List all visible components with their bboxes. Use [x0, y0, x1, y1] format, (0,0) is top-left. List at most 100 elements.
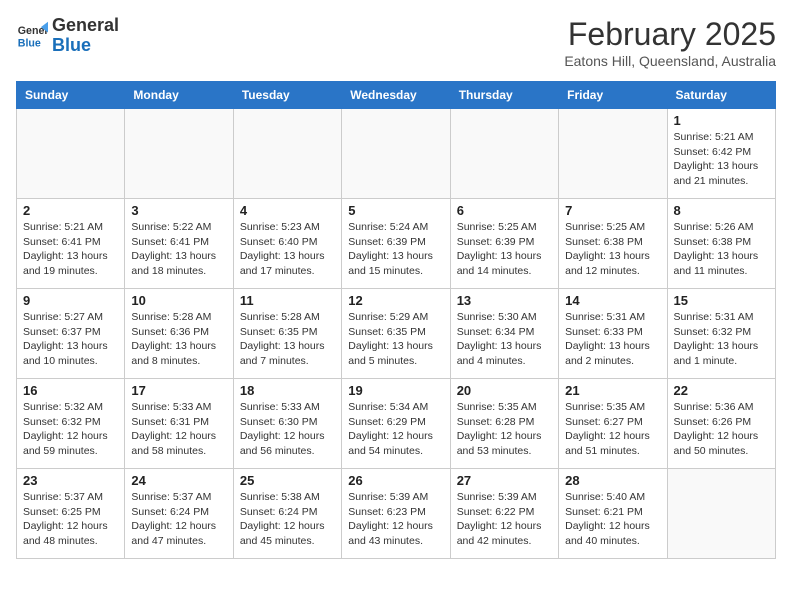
- table-row: 22Sunrise: 5:36 AM Sunset: 6:26 PM Dayli…: [667, 379, 775, 469]
- header-tuesday: Tuesday: [233, 82, 341, 109]
- month-title: February 2025: [564, 16, 776, 53]
- table-row: 23Sunrise: 5:37 AM Sunset: 6:25 PM Dayli…: [17, 469, 125, 559]
- svg-text:Blue: Blue: [18, 37, 41, 49]
- day-info: Sunrise: 5:30 AM Sunset: 6:34 PM Dayligh…: [457, 310, 552, 369]
- day-number: 24: [131, 473, 226, 488]
- calendar-week-row: 1Sunrise: 5:21 AM Sunset: 6:42 PM Daylig…: [17, 109, 776, 199]
- day-info: Sunrise: 5:24 AM Sunset: 6:39 PM Dayligh…: [348, 220, 443, 279]
- table-row: 24 Sunrise: 5:37 AM Sunset: 6:24 PM Dayli…: [125, 469, 233, 559]
- day-number: 19: [348, 383, 443, 398]
- day-info: Sunrise: 5:28 AM Sunset: 6:35 PM Dayligh…: [240, 310, 335, 369]
- day-number: 20: [457, 383, 552, 398]
- table-row: 11Sunrise: 5:28 AM Sunset: 6:35 PM Dayli…: [233, 289, 341, 379]
- day-number: 23: [23, 473, 118, 488]
- day-info: Sunrise: 5:32 AM Sunset: 6:32 PM Dayligh…: [23, 400, 118, 459]
- day-info: Sunrise: 5:33 AM Sunset: 6:31 PM Dayligh…: [131, 400, 226, 459]
- table-row: 3 Sunrise: 5:22 AM Sunset: 6:41 PM Daylig…: [125, 199, 233, 289]
- table-row: 18Sunrise: 5:33 AM Sunset: 6:30 PM Dayli…: [233, 379, 341, 469]
- table-row: [559, 109, 667, 199]
- table-row: [125, 109, 233, 199]
- day-number: 4: [240, 203, 335, 218]
- day-number: 25: [240, 473, 335, 488]
- day-info: Sunrise: 5:26 AM Sunset: 6:38 PM Dayligh…: [674, 220, 769, 279]
- table-row: 17 Sunrise: 5:33 AM Sunset: 6:31 PM Dayli…: [125, 379, 233, 469]
- header-monday: Monday: [125, 82, 233, 109]
- header-thursday: Thursday: [450, 82, 558, 109]
- table-row: 12 Sunrise: 5:29 AM Sunset: 6:35 PM Dayli…: [342, 289, 450, 379]
- day-info: Sunrise: 5:23 AM Sunset: 6:40 PM Dayligh…: [240, 220, 335, 279]
- table-row: 10Sunrise: 5:28 AM Sunset: 6:36 PM Dayli…: [125, 289, 233, 379]
- day-info: Sunrise: 5:28 AM Sunset: 6:36 PM Dayligh…: [131, 310, 226, 369]
- calendar-week-row: 9Sunrise: 5:27 AM Sunset: 6:37 PM Daylig…: [17, 289, 776, 379]
- day-number: 7: [565, 203, 660, 218]
- day-info: Sunrise: 5:39 AM Sunset: 6:22 PM Dayligh…: [457, 490, 552, 549]
- header-sunday: Sunday: [17, 82, 125, 109]
- day-info: Sunrise: 5:36 AM Sunset: 6:26 PM Dayligh…: [674, 400, 769, 459]
- table-row: 5 Sunrise: 5:24 AM Sunset: 6:39 PM Daylig…: [342, 199, 450, 289]
- day-info: Sunrise: 5:25 AM Sunset: 6:38 PM Dayligh…: [565, 220, 660, 279]
- day-info: Sunrise: 5:21 AM Sunset: 6:41 PM Dayligh…: [23, 220, 118, 279]
- day-number: 15: [674, 293, 769, 308]
- day-info: Sunrise: 5:35 AM Sunset: 6:27 PM Dayligh…: [565, 400, 660, 459]
- table-row: 16 Sunrise: 5:32 AM Sunset: 6:32 PM Dayli…: [17, 379, 125, 469]
- table-row: 25Sunrise: 5:38 AM Sunset: 6:24 PM Dayli…: [233, 469, 341, 559]
- table-row: 7 Sunrise: 5:25 AM Sunset: 6:38 PM Daylig…: [559, 199, 667, 289]
- table-row: [17, 109, 125, 199]
- day-number: 13: [457, 293, 552, 308]
- day-info: Sunrise: 5:31 AM Sunset: 6:33 PM Dayligh…: [565, 310, 660, 369]
- calendar-week-row: 2 Sunrise: 5:21 AM Sunset: 6:41 PM Daylig…: [17, 199, 776, 289]
- day-number: 26: [348, 473, 443, 488]
- logo-text: General Blue: [52, 16, 119, 56]
- day-number: 5: [348, 203, 443, 218]
- day-number: 28: [565, 473, 660, 488]
- calendar-week-row: 16 Sunrise: 5:32 AM Sunset: 6:32 PM Dayli…: [17, 379, 776, 469]
- day-info: Sunrise: 5:40 AM Sunset: 6:21 PM Dayligh…: [565, 490, 660, 549]
- weekday-header-row: Sunday Monday Tuesday Wednesday Thursday…: [17, 82, 776, 109]
- logo-icon: General Blue: [16, 20, 48, 52]
- day-number: 14: [565, 293, 660, 308]
- day-number: 2: [23, 203, 118, 218]
- day-info: Sunrise: 5:33 AM Sunset: 6:30 PM Dayligh…: [240, 400, 335, 459]
- day-number: 16: [23, 383, 118, 398]
- table-row: 6 Sunrise: 5:25 AM Sunset: 6:39 PM Daylig…: [450, 199, 558, 289]
- calendar-week-row: 23Sunrise: 5:37 AM Sunset: 6:25 PM Dayli…: [17, 469, 776, 559]
- day-info: Sunrise: 5:34 AM Sunset: 6:29 PM Dayligh…: [348, 400, 443, 459]
- day-info: Sunrise: 5:27 AM Sunset: 6:37 PM Dayligh…: [23, 310, 118, 369]
- header-wednesday: Wednesday: [342, 82, 450, 109]
- title-area: February 2025 Eatons Hill, Queensland, A…: [564, 16, 776, 69]
- day-info: Sunrise: 5:31 AM Sunset: 6:32 PM Dayligh…: [674, 310, 769, 369]
- day-info: Sunrise: 5:37 AM Sunset: 6:24 PM Dayligh…: [131, 490, 226, 549]
- table-row: 2 Sunrise: 5:21 AM Sunset: 6:41 PM Daylig…: [17, 199, 125, 289]
- day-number: 8: [674, 203, 769, 218]
- table-row: [233, 109, 341, 199]
- day-number: 12: [348, 293, 443, 308]
- table-row: [667, 469, 775, 559]
- table-row: 27 Sunrise: 5:39 AM Sunset: 6:22 PM Dayli…: [450, 469, 558, 559]
- day-info: Sunrise: 5:22 AM Sunset: 6:41 PM Dayligh…: [131, 220, 226, 279]
- day-info: Sunrise: 5:25 AM Sunset: 6:39 PM Dayligh…: [457, 220, 552, 279]
- day-info: Sunrise: 5:29 AM Sunset: 6:35 PM Dayligh…: [348, 310, 443, 369]
- table-row: [450, 109, 558, 199]
- day-number: 17: [131, 383, 226, 398]
- header-saturday: Saturday: [667, 82, 775, 109]
- table-row: [342, 109, 450, 199]
- table-row: 8 Sunrise: 5:26 AM Sunset: 6:38 PM Daylig…: [667, 199, 775, 289]
- location-subtitle: Eatons Hill, Queensland, Australia: [564, 53, 776, 69]
- table-row: 13 Sunrise: 5:30 AM Sunset: 6:34 PM Dayli…: [450, 289, 558, 379]
- table-row: 21 Sunrise: 5:35 AM Sunset: 6:27 PM Dayli…: [559, 379, 667, 469]
- day-info: Sunrise: 5:39 AM Sunset: 6:23 PM Dayligh…: [348, 490, 443, 549]
- day-info: Sunrise: 5:35 AM Sunset: 6:28 PM Dayligh…: [457, 400, 552, 459]
- table-row: 1Sunrise: 5:21 AM Sunset: 6:42 PM Daylig…: [667, 109, 775, 199]
- day-number: 6: [457, 203, 552, 218]
- day-number: 27: [457, 473, 552, 488]
- logo: General Blue General Blue: [16, 16, 119, 56]
- day-number: 3: [131, 203, 226, 218]
- table-row: 19 Sunrise: 5:34 AM Sunset: 6:29 PM Dayli…: [342, 379, 450, 469]
- table-row: 20 Sunrise: 5:35 AM Sunset: 6:28 PM Dayli…: [450, 379, 558, 469]
- day-info: Sunrise: 5:21 AM Sunset: 6:42 PM Dayligh…: [674, 130, 769, 189]
- table-row: 15 Sunrise: 5:31 AM Sunset: 6:32 PM Dayli…: [667, 289, 775, 379]
- day-number: 21: [565, 383, 660, 398]
- table-row: 26 Sunrise: 5:39 AM Sunset: 6:23 PM Dayli…: [342, 469, 450, 559]
- calendar-table: Sunday Monday Tuesday Wednesday Thursday…: [16, 81, 776, 559]
- table-row: 28 Sunrise: 5:40 AM Sunset: 6:21 PM Dayli…: [559, 469, 667, 559]
